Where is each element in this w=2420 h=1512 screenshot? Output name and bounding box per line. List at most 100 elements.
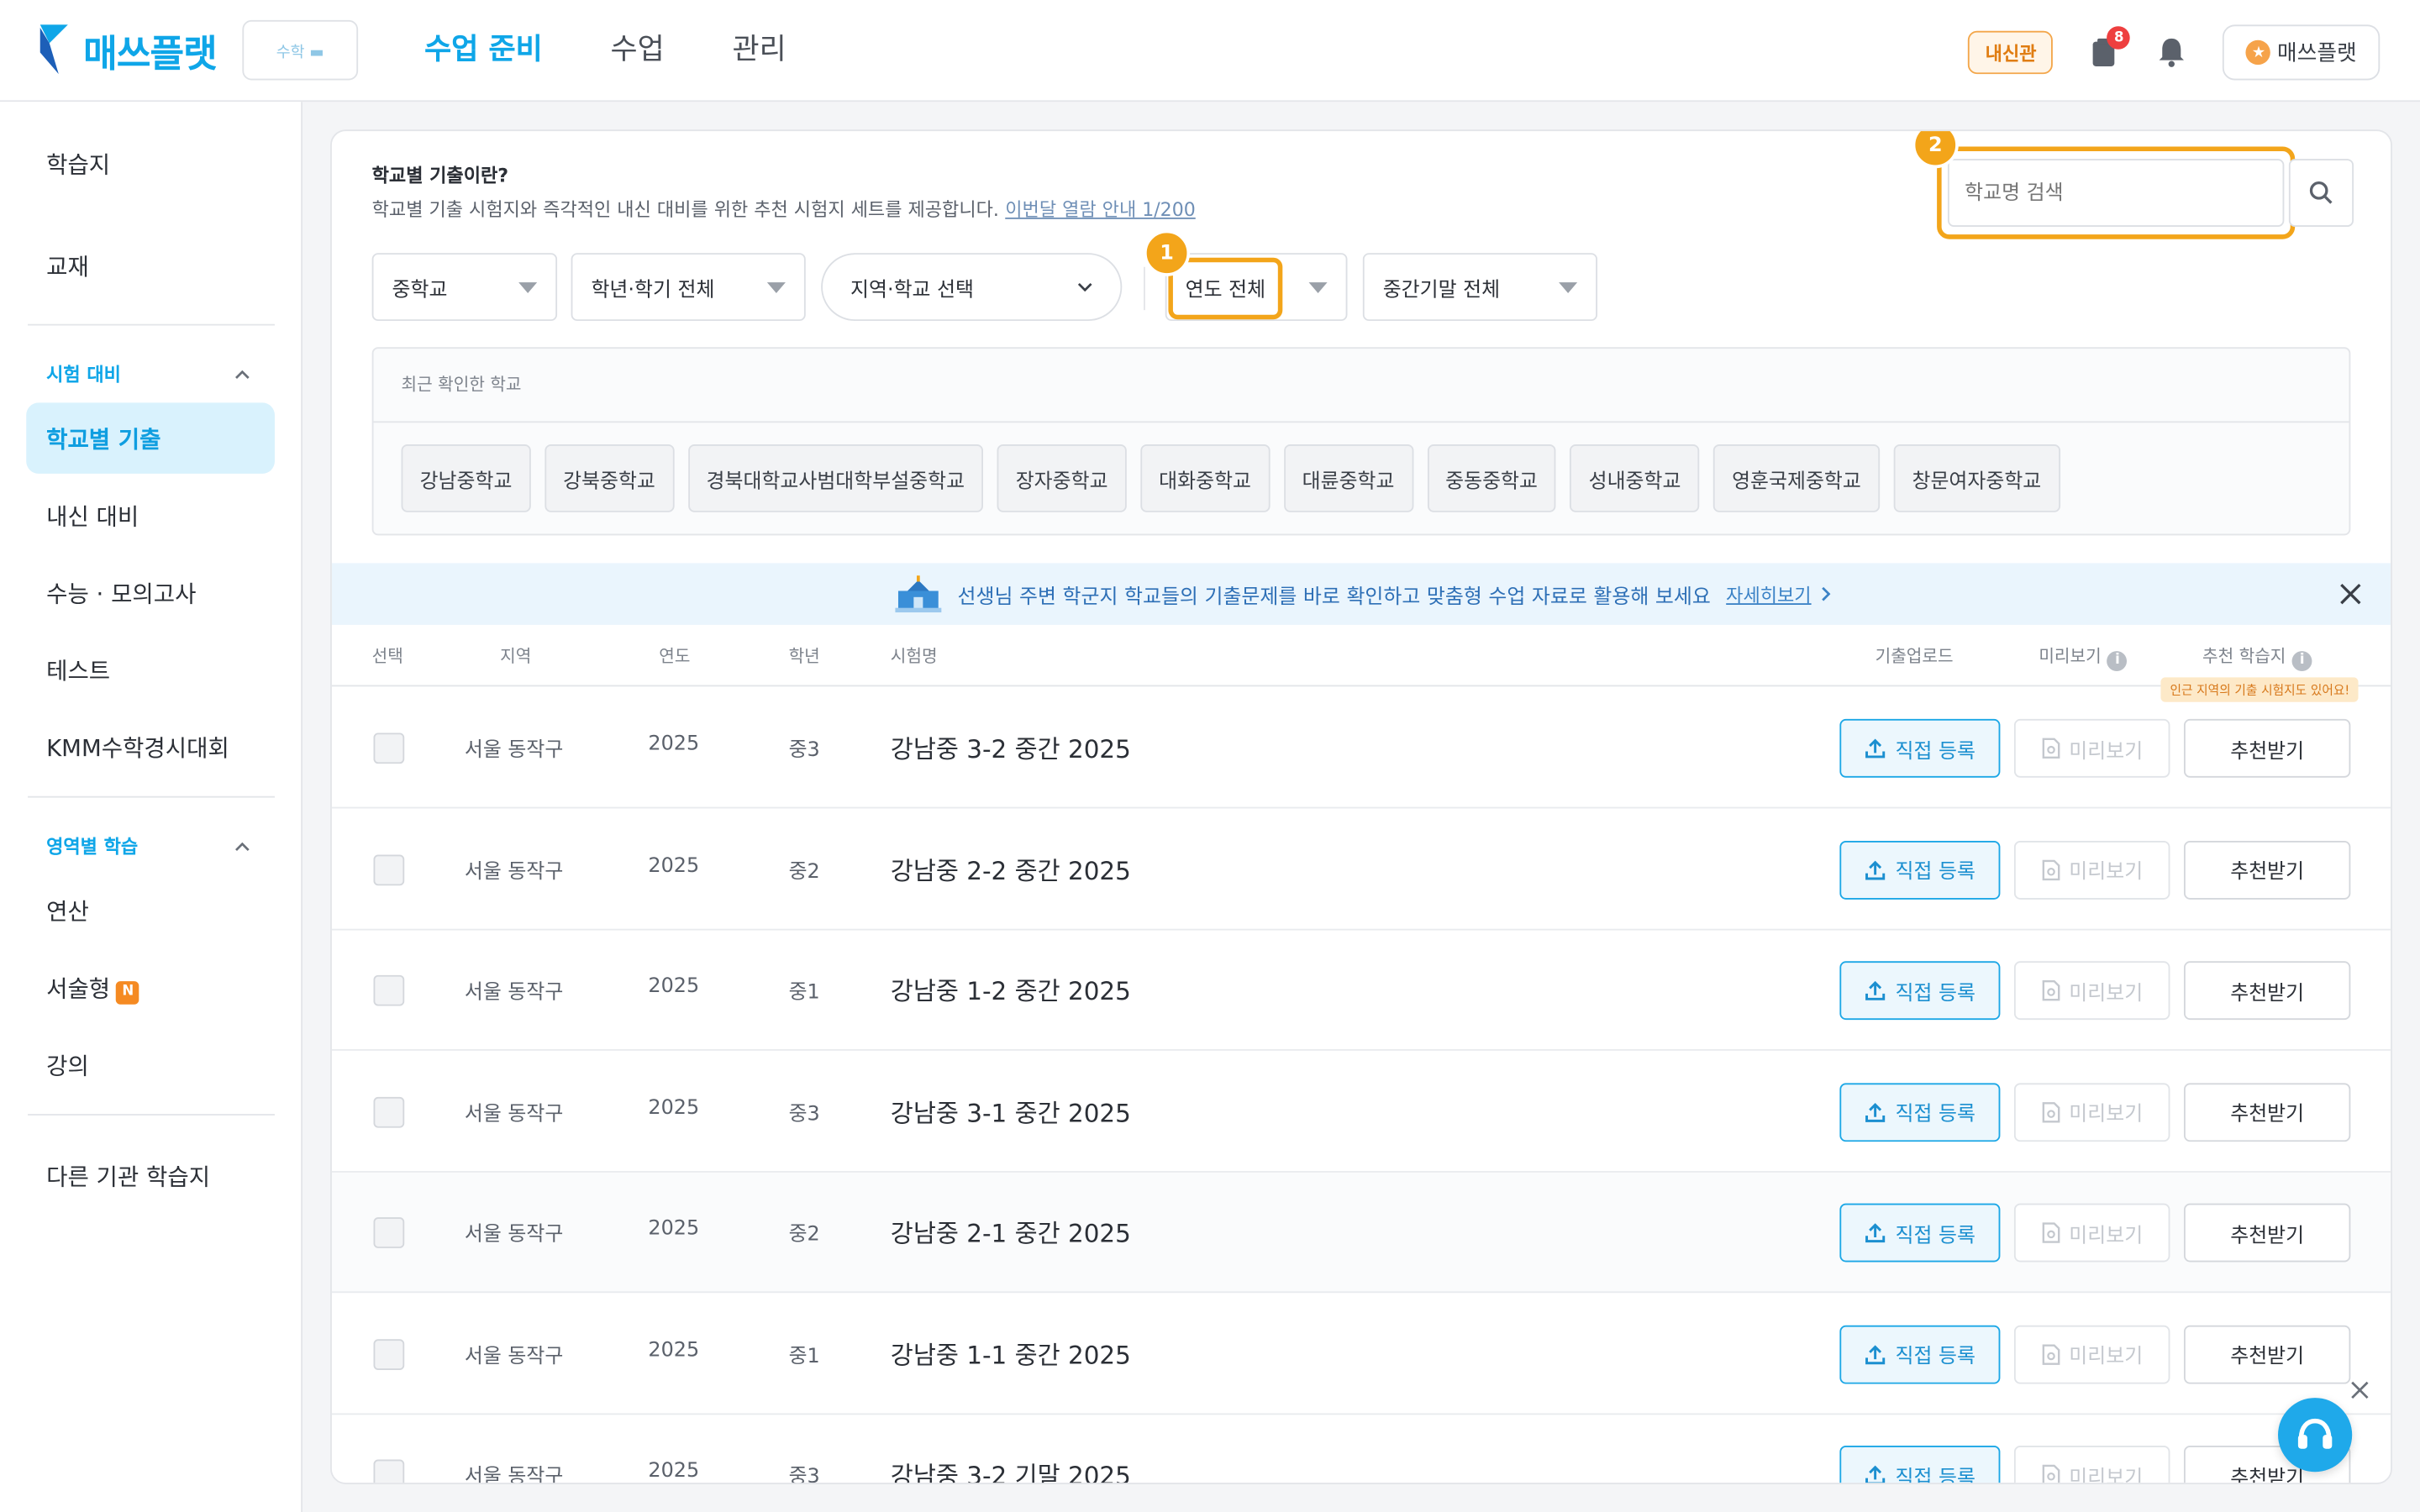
grade-term-select[interactable]: 학년·학기 전체 (571, 253, 806, 322)
row-checkbox[interactable] (373, 853, 405, 885)
recent-label: 최근 확인한 학교 (401, 375, 522, 396)
nav-class-prep[interactable]: 수업 준비 (424, 28, 543, 71)
intro-description: 학교별 기출 시험지와 즉각적인 내신 대비를 위한 추천 시험지 세트를 제공… (372, 196, 1196, 222)
recommend-button[interactable]: 추천받기 (2183, 961, 2351, 1021)
nav-manage[interactable]: 관리 (733, 28, 786, 71)
sidebar-item-naesin[interactable]: 내신 대비 (46, 500, 139, 533)
select-value: 중학교 (392, 278, 448, 302)
clipboard-notification[interactable]: 8 (2087, 26, 2131, 69)
recent-school-chip[interactable]: 강북중학교 (544, 444, 674, 512)
sidebar-item-test[interactable]: 테스트 (46, 654, 110, 687)
info-icon[interactable]: i (2291, 651, 2312, 671)
row-exam-name[interactable]: 강남중 2-2 중간 2025 (891, 849, 1131, 886)
row-checkbox[interactable] (373, 1217, 405, 1248)
monthly-view-link[interactable]: 이번달 열람 안내 1/200 (1005, 199, 1195, 221)
region-school-select[interactable]: 지역·학교 선택 (821, 253, 1123, 322)
row-region: 서울 동작구 (464, 981, 564, 1005)
preview-button[interactable]: 미리보기 (2013, 1324, 2170, 1383)
sidebar-item-lecture[interactable]: 강의 (46, 1049, 89, 1082)
sidebar-item-other-org[interactable]: 다른 기관 학습지 (46, 1160, 210, 1193)
preview-button[interactable]: 미리보기 (2013, 840, 2170, 899)
sidebar-item-worksheet[interactable]: 학습지 (46, 148, 110, 181)
direct-register-button[interactable]: 직접 등록 (1839, 961, 2001, 1021)
intro-desc-text: 학교별 기출 시험지와 즉각적인 내신 대비를 위한 추천 시험지 세트를 제공… (371, 198, 999, 221)
recent-divider (373, 421, 2349, 423)
direct-register-button[interactable]: 직접 등록 (1839, 1082, 2001, 1142)
recommend-button[interactable]: 추천받기 (2183, 1324, 2351, 1383)
sidebar-divider (28, 323, 275, 326)
row-exam-name[interactable]: 강남중 3-1 중간 2025 (891, 1091, 1131, 1128)
banner-detail-link[interactable]: 자세히보기 (1726, 581, 1811, 607)
col-preview-label: 미리보기 (2039, 646, 2102, 667)
logo[interactable]: 매쓰플랫 (37, 22, 218, 77)
step-marker-1: 1 (1144, 229, 1191, 276)
sidebar-item-school-exam[interactable]: 학교별 기출 (46, 423, 160, 455)
search-button[interactable] (2288, 159, 2354, 228)
recent-school-chip[interactable]: 대륜중학교 (1283, 444, 1413, 512)
nav-class[interactable]: 수업 (611, 28, 665, 71)
row-exam-name[interactable]: 강남중 2-1 중간 2025 (891, 1213, 1131, 1250)
preview-button[interactable]: 미리보기 (2013, 718, 2170, 778)
recent-school-chip[interactable]: 강남중학교 (401, 444, 531, 512)
sidebar-divider (28, 795, 275, 798)
row-year: 2025 (648, 974, 700, 999)
recent-school-chip[interactable]: 영훈국제중학교 (1713, 444, 1880, 512)
button-label: 직접 등록 (1895, 1224, 1975, 1248)
info-icon[interactable]: i (2107, 651, 2128, 671)
row-region: 서울 동작구 (464, 1465, 564, 1484)
sidebar-section-exam[interactable]: 시험 대비 (46, 361, 250, 387)
row-grade: 중1 (788, 981, 820, 1005)
app-root: 매쓰플랫 수학 ▬ 수업 준비 수업 관리 내신관 8 ★ 매쓰플랫 학습지 교… (0, 0, 2420, 1512)
preview-button[interactable]: 미리보기 (2013, 1203, 2170, 1263)
sidebar-section-domain[interactable]: 영역별 학습 (46, 833, 250, 859)
sidebar-item-essay[interactable]: 서술형 N (46, 972, 140, 1005)
recommend-button[interactable]: 추천받기 (2183, 1203, 2351, 1263)
sidebar-item-calc[interactable]: 연산 (46, 895, 89, 927)
preview-button[interactable]: 미리보기 (2013, 1082, 2170, 1142)
profile-button[interactable]: ★ 매쓰플랫 (2223, 24, 2381, 81)
direct-register-button[interactable]: 직접 등록 (1839, 1446, 2001, 1483)
direct-register-button[interactable]: 직접 등록 (1839, 1324, 2001, 1383)
recent-school-chip[interactable]: 대화중학교 (1140, 444, 1270, 512)
row-checkbox[interactable] (373, 732, 405, 764)
recent-school-chip[interactable]: 장자중학교 (997, 444, 1127, 512)
recent-school-chip[interactable]: 성내중학교 (1570, 444, 1700, 512)
logo-mark-icon (39, 24, 68, 75)
help-chat-button[interactable] (2278, 1398, 2353, 1473)
recent-school-chip[interactable]: 창문여자중학교 (1893, 444, 2060, 512)
row-checkbox[interactable] (373, 1459, 405, 1483)
subject-badge[interactable]: 수학 ▬ (242, 19, 359, 81)
recent-school-chip[interactable]: 중동중학교 (1427, 444, 1557, 512)
direct-register-button[interactable]: 직접 등록 (1839, 718, 2001, 778)
row-exam-name[interactable]: 강남중 1-2 중간 2025 (891, 970, 1131, 1007)
col-year: 연도 (659, 646, 691, 667)
bell-icon (2160, 38, 2185, 67)
close-icon[interactable] (2349, 1379, 2371, 1401)
school-level-select[interactable]: 중학교 (371, 253, 558, 322)
row-year: 2025 (648, 1096, 700, 1120)
naesin-button[interactable]: 내신관 (1968, 30, 2054, 75)
recommend-button[interactable]: 추천받기 (2183, 840, 2351, 899)
bell-button[interactable] (2155, 35, 2189, 69)
preview-button[interactable]: 미리보기 (2013, 1446, 2170, 1483)
row-exam-name[interactable]: 강남중 1-1 중간 2025 (891, 1334, 1131, 1371)
sidebar-item-textbook[interactable]: 교재 (46, 250, 89, 283)
row-exam-name[interactable]: 강남중 3-2 기말 2025 (891, 1455, 1131, 1483)
recommend-button[interactable]: 추천받기 (2183, 1082, 2351, 1142)
row-checkbox[interactable] (373, 1096, 405, 1127)
row-exam-name[interactable]: 강남중 3-2 중간 2025 (891, 728, 1131, 765)
sidebar-item-suneung[interactable]: 수능 · 모의고사 (46, 577, 196, 610)
close-icon[interactable] (2338, 581, 2363, 606)
preview-button[interactable]: 미리보기 (2013, 961, 2170, 1021)
recommend-button[interactable]: 추천받기 (2183, 718, 2351, 778)
button-label: 미리보기 (2069, 982, 2144, 1005)
direct-register-button[interactable]: 직접 등록 (1839, 840, 2001, 899)
term-select[interactable]: 중간기말 전체 (1362, 253, 1598, 322)
direct-register-button[interactable]: 직접 등록 (1839, 1203, 2001, 1263)
sidebar-item-kmm[interactable]: KMM수학경시대회 (46, 732, 229, 764)
recent-school-chip[interactable]: 경북대학교사범대학부설중학교 (687, 444, 984, 512)
row-checkbox[interactable] (373, 1338, 405, 1370)
row-checkbox[interactable] (373, 974, 405, 1006)
upload-icon (1865, 980, 1886, 1000)
school-search-input[interactable] (1947, 159, 2285, 228)
